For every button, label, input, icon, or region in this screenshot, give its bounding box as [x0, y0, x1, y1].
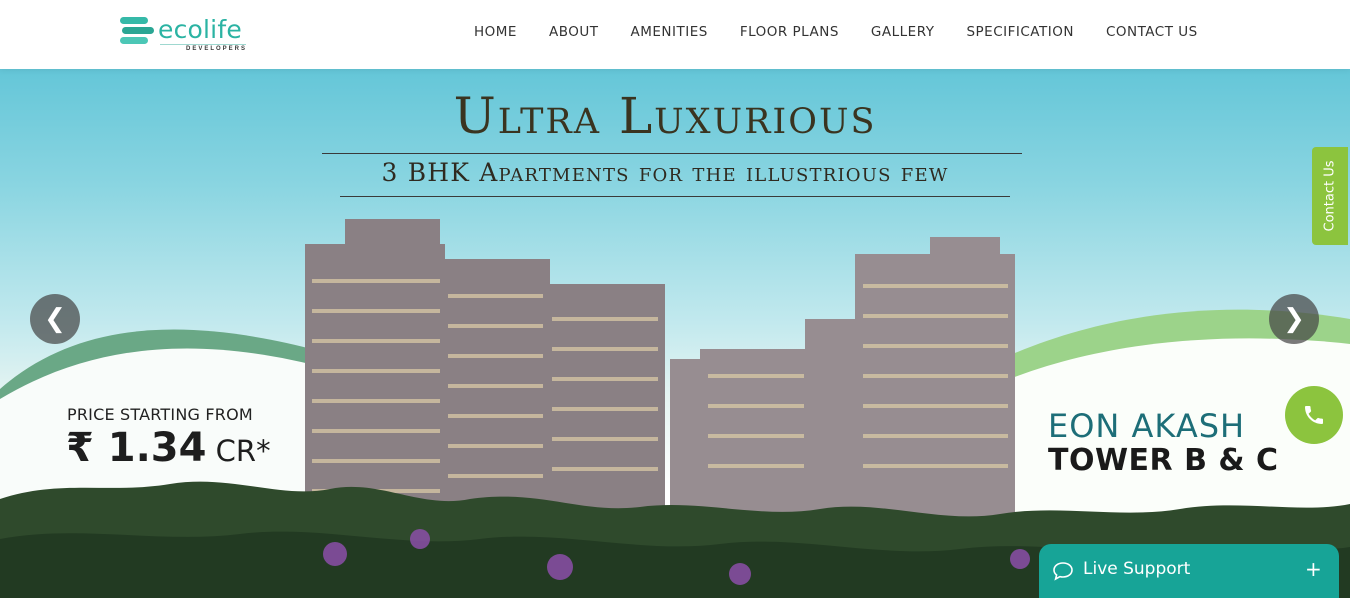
price-label: PRICE STARTING FROM	[67, 405, 253, 424]
project-name: EON AKASH	[1048, 407, 1246, 445]
slider-next-button[interactable]: ❯	[1269, 294, 1319, 344]
brand-underline	[160, 44, 246, 45]
hero-title: Ultra Luxurious	[453, 87, 877, 145]
main-nav: HOME ABOUT AMENITIES FLOOR PLANS GALLERY…	[474, 24, 1230, 40]
chat-bubble-icon	[1053, 562, 1073, 581]
slider-prev-button[interactable]: ❮	[30, 294, 80, 344]
project-towers: TOWER B & C	[1048, 443, 1279, 478]
live-support-label: Live Support	[1083, 559, 1191, 579]
contact-us-side-tab[interactable]: Contact Us	[1312, 147, 1348, 245]
chevron-left-icon: ❮	[44, 304, 66, 334]
nav-gallery[interactable]: GALLERY	[871, 24, 935, 40]
site-header: ecolife DEVELOPERS HOME ABOUT AMENITIES …	[0, 0, 1350, 69]
chevron-right-icon: ❯	[1283, 304, 1305, 334]
nav-floor-plans[interactable]: FLOOR PLANS	[740, 24, 839, 40]
nav-amenities[interactable]: AMENITIES	[630, 24, 707, 40]
price-value: ₹ 1.34 CR*	[66, 425, 271, 471]
price-amount: ₹ 1.34	[66, 425, 207, 471]
brand-name: ecolife	[158, 15, 242, 44]
brand-logo[interactable]: ecolife DEVELOPERS	[120, 14, 260, 56]
brand-subtitle: DEVELOPERS	[186, 46, 248, 52]
nav-about[interactable]: ABOUT	[549, 24, 599, 40]
contact-tab-label: Contact Us	[1322, 160, 1338, 232]
hero-background-art	[0, 219, 1350, 598]
ecolife-logo-icon	[120, 17, 154, 44]
expand-plus-icon[interactable]: +	[1305, 557, 1322, 581]
nav-specification[interactable]: SPECIFICATION	[966, 24, 1073, 40]
nav-contact-us[interactable]: CONTACT US	[1106, 24, 1198, 40]
live-support-widget[interactable]: Live Support +	[1039, 544, 1339, 598]
hero-subtitle-underline	[340, 196, 1010, 197]
nav-home[interactable]: HOME	[474, 24, 517, 40]
phone-icon	[1305, 406, 1323, 424]
hero-divider	[322, 153, 1022, 154]
price-unit: CR*	[206, 434, 271, 468]
hero-slider: Ultra Luxurious 3 BHK Apartments for the…	[0, 69, 1350, 598]
call-button[interactable]	[1285, 386, 1343, 444]
hero-subtitle: 3 BHK Apartments for the illustrious few	[381, 158, 949, 187]
